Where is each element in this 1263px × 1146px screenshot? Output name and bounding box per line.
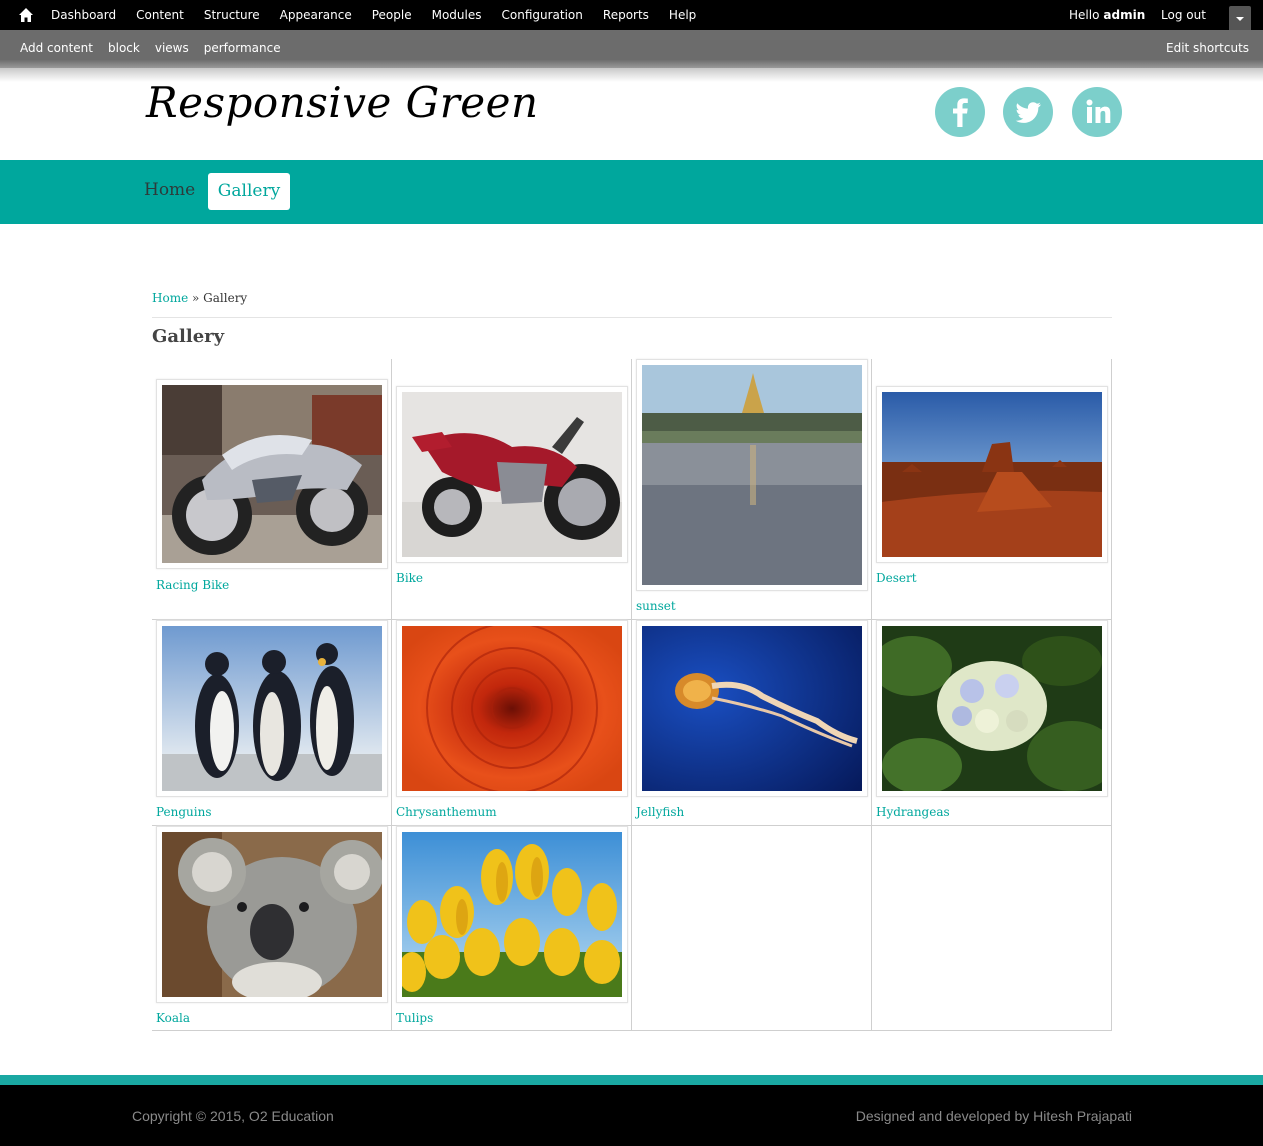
toolbar-item-modules[interactable]: Modules	[432, 8, 482, 22]
gallery-thumb-chrysanthemum[interactable]	[396, 620, 628, 797]
sunset-image	[642, 365, 862, 585]
page-title: Gallery	[152, 326, 225, 347]
bike-image	[402, 392, 622, 557]
toolbar-item-configuration[interactable]: Configuration	[502, 8, 583, 22]
penguins-image	[162, 626, 382, 791]
gallery-thumb-jellyfish[interactable]	[636, 620, 868, 797]
gallery-thumb-hydrangeas[interactable]	[876, 620, 1108, 797]
gallery-caption[interactable]: Bike	[396, 571, 423, 585]
breadcrumb-separator: »	[192, 291, 200, 305]
toolbar-item-help[interactable]: Help	[669, 8, 696, 22]
gallery-caption[interactable]: Tulips	[396, 1011, 433, 1025]
twitter-icon[interactable]	[1003, 87, 1053, 137]
toolbar-item-dashboard[interactable]: Dashboard	[51, 8, 116, 22]
jellyfish-image	[642, 626, 862, 791]
breadcrumb-divider	[152, 317, 1112, 318]
username[interactable]: admin	[1103, 8, 1145, 22]
grid-line	[631, 359, 632, 1031]
toolbar-item-structure[interactable]: Structure	[204, 8, 260, 22]
user-greeting: Hello admin	[1069, 0, 1145, 30]
footer-copyright: Copyright © 2015, O2 Education	[132, 1108, 334, 1124]
gallery-caption[interactable]: Koala	[156, 1011, 190, 1025]
toolbar-item-people[interactable]: People	[372, 8, 412, 22]
footer: Copyright © 2015, O2 Education Designed …	[0, 1085, 1263, 1146]
shortcuts-menu: Add content block views performance	[20, 30, 296, 66]
main-nav: Home Gallery	[0, 160, 1263, 224]
gallery-thumb-penguins[interactable]	[156, 620, 388, 797]
gallery-thumb-tulips[interactable]	[396, 826, 628, 1003]
grid-line	[391, 359, 392, 1031]
gallery-thumb-racing-bike[interactable]	[156, 379, 388, 569]
grid-line	[871, 359, 872, 1031]
hello-text: Hello	[1069, 8, 1100, 22]
footer-credit: Designed and developed by Hitesh Prajapa…	[855, 1108, 1132, 1124]
nav-home[interactable]: Home	[144, 180, 195, 200]
tulips-image	[402, 832, 622, 997]
home-icon[interactable]	[18, 7, 34, 23]
edit-shortcuts-link[interactable]: Edit shortcuts	[1166, 30, 1249, 66]
toolbar-menu: Dashboard Content Structure Appearance P…	[51, 0, 716, 30]
shortcuts-bar: Add content block views performance Edit…	[0, 30, 1263, 68]
toolbar-item-content[interactable]: Content	[136, 8, 184, 22]
gallery-caption[interactable]: Hydrangeas	[876, 805, 950, 819]
footer-accent-bar	[0, 1075, 1263, 1085]
toolbar-item-reports[interactable]: Reports	[603, 8, 649, 22]
breadcrumb-current: Gallery	[203, 291, 248, 305]
gallery-caption[interactable]: Jellyfish	[636, 805, 684, 819]
gallery-thumb-sunset[interactable]	[636, 359, 868, 591]
gallery-thumb-bike[interactable]	[396, 386, 628, 563]
shortcut-performance[interactable]: performance	[204, 41, 281, 55]
koala-image	[162, 832, 382, 997]
racing-bike-image	[162, 385, 382, 563]
admin-toolbar: Dashboard Content Structure Appearance P…	[0, 0, 1263, 30]
linkedin-icon[interactable]	[1072, 87, 1122, 137]
facebook-icon[interactable]	[935, 87, 985, 137]
shortcut-add-content[interactable]: Add content	[20, 41, 93, 55]
grid-line	[152, 1030, 1112, 1031]
grid-line	[1111, 359, 1112, 1031]
gallery-caption[interactable]: Desert	[876, 571, 917, 585]
shortcut-block[interactable]: block	[108, 41, 140, 55]
hydrangeas-image	[882, 626, 1102, 791]
chrysanthemum-image	[402, 626, 622, 791]
gallery-thumb-koala[interactable]	[156, 826, 388, 1003]
nav-gallery[interactable]: Gallery	[208, 173, 290, 210]
gallery-caption[interactable]: Chrysanthemum	[396, 805, 497, 819]
gallery-caption[interactable]: Penguins	[156, 805, 212, 819]
breadcrumb-home[interactable]: Home	[152, 291, 188, 305]
toolbar-drawer-toggle[interactable]	[1229, 6, 1251, 30]
site-logo[interactable]: Responsive Green	[146, 78, 539, 127]
gallery-caption[interactable]: Racing Bike	[156, 578, 229, 592]
gallery-thumb-desert[interactable]	[876, 386, 1108, 563]
shortcut-views[interactable]: views	[155, 41, 189, 55]
breadcrumb: Home » Gallery	[152, 291, 247, 305]
logout-link[interactable]: Log out	[1161, 0, 1206, 30]
toolbar-item-appearance[interactable]: Appearance	[280, 8, 352, 22]
gallery-caption[interactable]: sunset	[636, 599, 676, 613]
desert-image	[882, 392, 1102, 557]
